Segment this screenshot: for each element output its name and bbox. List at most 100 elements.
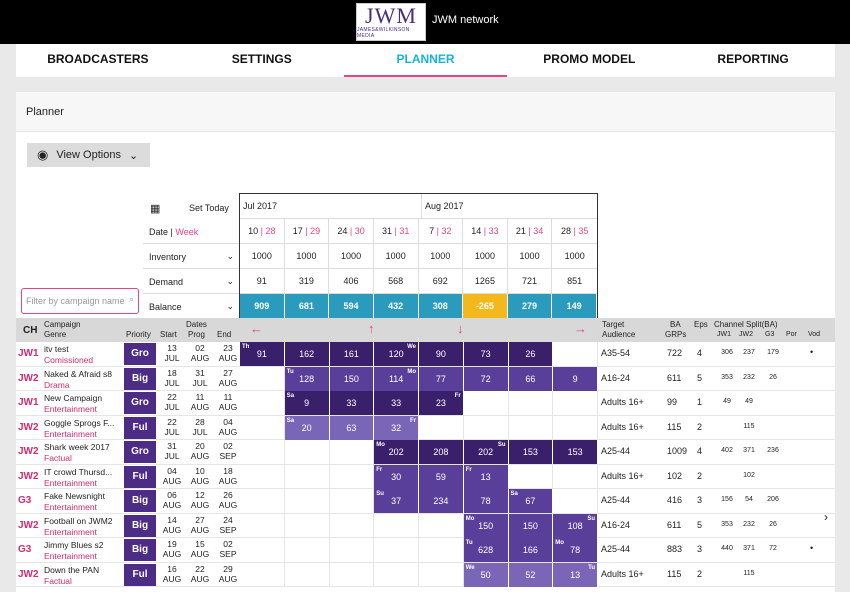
campaign-cell[interactable]: Fake Newsnight Entertainment	[44, 491, 105, 513]
week-allocation-cell[interactable]: 234	[419, 489, 464, 513]
row-label-demand[interactable]: Demand ⌄	[143, 270, 240, 294]
week-allocation-cell[interactable]	[285, 464, 330, 489]
arrow-down-icon[interactable]: ↓	[457, 321, 464, 336]
week-allocation-cell[interactable]	[240, 513, 285, 538]
week-allocation-cell[interactable]	[509, 391, 554, 415]
week-cell[interactable]: 21 | 34	[508, 219, 553, 243]
week-allocation-cell[interactable]: 37 Su	[374, 489, 419, 513]
week-allocation-cell[interactable]	[330, 489, 375, 513]
tab-reporting[interactable]: REPORTING	[671, 44, 835, 77]
row-label-inventory[interactable]: Inventory ⌄	[143, 245, 240, 269]
week-cell[interactable]: 14 | 33	[463, 219, 508, 243]
table-row[interactable]: JW2 Shark week 2017 Factual Gro 31 JUL 20 AUG 02…	[16, 440, 835, 465]
week-allocation-cell[interactable]	[240, 538, 285, 562]
week-allocation-cell[interactable]	[330, 464, 375, 489]
tab-settings[interactable]: SETTINGS	[180, 44, 344, 77]
tab-planner[interactable]: PLANNER	[343, 44, 508, 77]
priority-badge[interactable]: Big	[124, 367, 156, 390]
week-cell[interactable]: 10 | 28	[240, 219, 285, 243]
tab-broadcasters[interactable]: BROADCASTERS	[16, 44, 180, 77]
week-allocation-cell[interactable]	[419, 415, 464, 440]
week-allocation-cell[interactable]	[553, 464, 598, 489]
priority-badge[interactable]: Ful	[124, 563, 156, 586]
week-allocation-cell[interactable]: 73	[463, 342, 509, 366]
week-allocation-cell[interactable]: 63	[329, 415, 375, 440]
week-allocation-cell[interactable]	[374, 538, 419, 562]
week-allocation-cell[interactable]	[553, 342, 598, 366]
week-allocation-cell[interactable]: 52	[508, 562, 554, 587]
week-allocation-cell[interactable]: 13 Tu	[553, 562, 598, 587]
week-allocation-cell[interactable]: 23 Fr	[419, 391, 464, 415]
table-row[interactable]: JW2 Naked & Afraid s8 Drama Big 18 JUL 31 JUL 27…	[16, 366, 835, 391]
priority-badge[interactable]: Big	[124, 514, 156, 537]
campaign-cell[interactable]: Shark week 2017 Factual	[44, 442, 110, 464]
arrow-left-icon[interactable]: ←	[250, 321, 263, 336]
table-row[interactable]: JW2 Down the PAN Factual Ful 16 AUG 22 AUG 29 AUG…	[16, 562, 835, 587]
week-allocation-cell[interactable]: 153	[553, 440, 598, 464]
week-cell[interactable]: 31 | 31	[374, 219, 419, 243]
week-cell[interactable]: 24 | 30	[329, 219, 374, 243]
week-allocation-cell[interactable]: 162	[284, 342, 330, 366]
week-allocation-cell[interactable]	[509, 464, 554, 489]
week-allocation-cell[interactable]: 161	[329, 342, 375, 366]
week-allocation-cell[interactable]: 90	[419, 342, 464, 366]
week-allocation-cell[interactable]	[419, 538, 464, 562]
campaign-cell[interactable]: itv test Comissioned	[44, 344, 93, 366]
week-allocation-cell[interactable]	[419, 562, 464, 587]
week-allocation-cell[interactable]	[553, 391, 598, 415]
week-allocation-cell[interactable]	[285, 538, 330, 562]
campaign-filter-input[interactable]: Filter by campaign name ⌕	[21, 288, 139, 314]
week-allocation-cell[interactable]: 30 Fr	[374, 464, 419, 489]
week-cell[interactable]: 17 | 29	[285, 219, 330, 243]
table-row[interactable]: G3 Fake Newsnight Entertainment Big 06 AUG 12 A…	[16, 489, 835, 514]
week-allocation-cell[interactable]: 150 Mo	[463, 513, 509, 538]
table-row[interactable]: JW2 IT crowd Thursd... Entertainment Ful 04 A…	[16, 464, 835, 489]
week-allocation-cell[interactable]: 114 Mo	[374, 366, 419, 391]
table-row[interactable]: JW2 Football on JWM2 Entertainment Big 14 AUG…	[16, 513, 835, 538]
week-allocation-cell[interactable]: 77	[419, 366, 464, 391]
week-allocation-cell[interactable]: 33	[329, 391, 375, 415]
campaign-cell[interactable]: New Campaign Entertainment	[44, 393, 102, 415]
week-allocation-cell[interactable]	[240, 415, 285, 440]
priority-badge[interactable]: Gro	[124, 392, 156, 414]
week-allocation-cell[interactable]	[240, 464, 285, 489]
week-allocation-cell[interactable]: 66	[508, 366, 554, 391]
table-row[interactable]: JW1 New Campaign Entertainment Gro 22 JUL 11 AU…	[16, 391, 835, 416]
campaign-cell[interactable]: Goggle Sprogs F... Entertainment	[44, 418, 114, 440]
week-allocation-cell[interactable]: 20 Sa	[284, 415, 330, 440]
week-allocation-cell[interactable]	[330, 562, 375, 587]
week-allocation-cell[interactable]	[464, 415, 509, 440]
week-allocation-cell[interactable]: 9	[553, 366, 598, 391]
week-allocation-cell[interactable]	[509, 415, 554, 440]
week-allocation-cell[interactable]	[240, 562, 285, 587]
week-cell[interactable]: 7 | 32	[419, 219, 464, 243]
table-row[interactable]: JW1 itv test Comissioned Gro 13 JUL 02 AUG 23 AUG…	[16, 342, 835, 367]
week-allocation-cell[interactable]	[285, 489, 330, 513]
priority-badge[interactable]: Ful	[124, 416, 156, 439]
campaign-cell[interactable]: Down the PAN Factual	[44, 565, 99, 587]
priority-badge[interactable]: Big	[124, 490, 156, 512]
week-allocation-cell[interactable]	[240, 440, 285, 464]
week-allocation-cell[interactable]	[374, 562, 419, 587]
week-allocation-cell[interactable]: 50 We	[463, 562, 509, 587]
scroll-right-icon[interactable]: ›	[824, 510, 828, 524]
week-allocation-cell[interactable]: 153	[508, 440, 554, 464]
week-allocation-cell[interactable]: 72	[463, 366, 509, 391]
week-allocation-cell[interactable]: 208	[419, 440, 464, 464]
week-allocation-cell[interactable]	[285, 562, 330, 587]
week-allocation-cell[interactable]	[330, 513, 375, 538]
week-allocation-cell[interactable]: 33	[374, 391, 419, 415]
table-row[interactable]: JW2 Goggle Sprogs F... Entertainment Ful 22 J…	[16, 415, 835, 440]
week-allocation-cell[interactable]	[240, 391, 285, 415]
week-allocation-cell[interactable]	[330, 440, 375, 464]
week-allocation-cell[interactable]	[553, 415, 598, 440]
priority-badge[interactable]: Big	[124, 539, 156, 561]
week-allocation-cell[interactable]: 78 Mo	[553, 538, 598, 562]
week-allocation-cell[interactable]: 59	[419, 464, 464, 489]
week-allocation-cell[interactable]	[285, 513, 330, 538]
week-allocation-cell[interactable]	[374, 513, 419, 538]
week-allocation-cell[interactable]: 150	[508, 513, 554, 538]
week-allocation-cell[interactable]: 128 Tu	[284, 366, 330, 391]
week-allocation-cell[interactable]: 26	[508, 342, 554, 366]
campaign-cell[interactable]: Jimmy Blues s2 Entertainment	[44, 540, 104, 562]
